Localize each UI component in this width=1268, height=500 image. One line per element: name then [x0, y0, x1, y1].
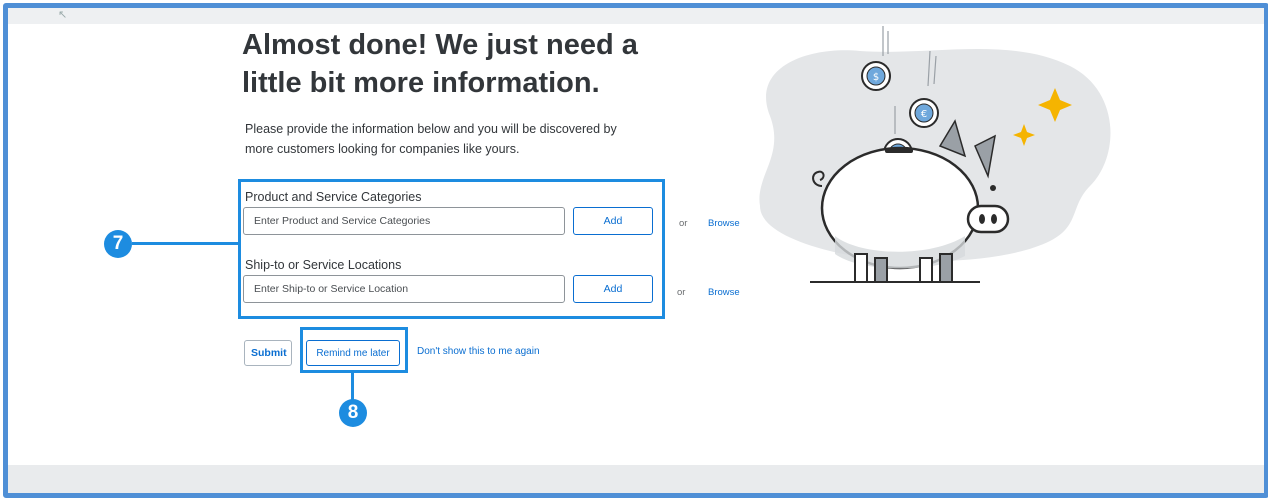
bottom-strip	[8, 465, 1264, 493]
svg-text:€: €	[921, 109, 927, 120]
callout-8-connector	[351, 373, 354, 401]
mouse-cursor-icon: ↖	[58, 9, 68, 21]
dont-show-again-link[interactable]: Don't show this to me again	[417, 346, 540, 357]
submit-button[interactable]: Submit	[244, 340, 292, 366]
locations-label: Ship-to or Service Locations	[245, 258, 402, 272]
callout-7-badge: 7	[104, 230, 132, 258]
screenshot-frame: ↖ Almost done! We just need a little bit…	[3, 3, 1268, 498]
add-category-button[interactable]: Add	[573, 207, 653, 235]
top-strip	[8, 8, 1264, 24]
coin-icon: $	[861, 61, 891, 91]
locations-input[interactable]	[243, 275, 565, 303]
add-location-button[interactable]: Add	[573, 275, 653, 303]
categories-or-text: or	[679, 218, 688, 229]
page-title: Almost done! We just need a little bit m…	[242, 29, 638, 99]
coin-icon: €	[909, 98, 939, 128]
callout-8-badge: 8	[339, 399, 367, 427]
svg-text:$: $	[873, 72, 879, 83]
locations-or-text: or	[677, 287, 686, 298]
categories-input[interactable]	[243, 207, 565, 235]
callout-7-connector	[132, 242, 238, 245]
browse-categories-link[interactable]: Browse	[708, 218, 740, 229]
categories-label: Product and Service Categories	[245, 190, 422, 204]
page-description: Please provide the information below and…	[245, 122, 617, 156]
piggy-bank-illustration: $ € ¥	[759, 26, 1111, 283]
remind-me-later-button[interactable]: Remind me later	[306, 340, 400, 366]
browse-locations-link[interactable]: Browse	[708, 287, 740, 298]
